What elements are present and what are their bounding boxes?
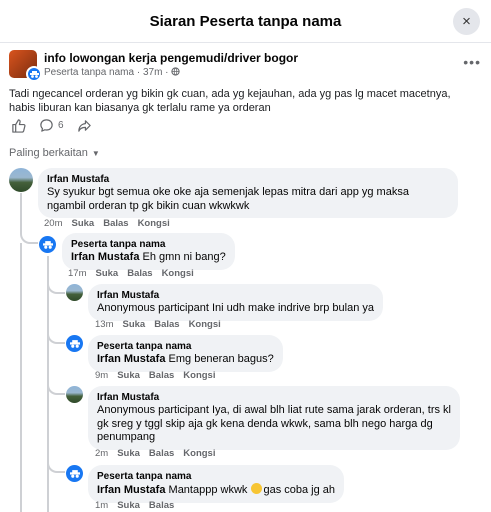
post-time[interactable]: 37m [143, 67, 162, 78]
like-button[interactable] [11, 118, 26, 133]
comment-time[interactable]: 17m [68, 268, 86, 279]
reply-link[interactable]: Balas [127, 268, 152, 279]
like-link[interactable]: Suka [95, 268, 118, 279]
comment-bubble: Peserta tanpa nama Irfan Mustafa Eh gmn … [62, 233, 235, 270]
comment-author[interactable]: Irfan Mustafa [47, 173, 449, 186]
thread-line [47, 459, 65, 473]
sort-label: Paling berkaitan [9, 147, 88, 159]
comment-text: Irfan Mustafa Mantappp wkwk gas coba jg … [97, 483, 335, 498]
anonymous-icon [42, 240, 53, 249]
thread-line [20, 224, 38, 244]
comment-time[interactable]: 9m [95, 370, 108, 381]
comment-bubble: Irfan Mustafa Anonymous participant Ini … [88, 284, 383, 321]
reply-link[interactable]: Balas [103, 218, 128, 229]
reply-link[interactable]: Balas [154, 319, 179, 330]
comment-text: Irfan Mustafa Eh gmn ni bang? [71, 251, 226, 265]
comment-author[interactable]: Peserta tanpa nama [71, 238, 226, 251]
comment-meta: 1m Suka Balas [95, 500, 174, 511]
like-link[interactable]: Suka [122, 319, 145, 330]
comment-text: Sy syukur bgt semua oke oke aja semenjak… [47, 186, 409, 212]
thread-line [47, 280, 65, 294]
like-link[interactable]: Suka [117, 500, 140, 511]
mention-link[interactable]: Irfan Mustafa [71, 251, 139, 263]
comment-body: gas coba jg ah [263, 484, 336, 496]
reply-link[interactable]: Balas [149, 500, 174, 511]
dialog-title: Siaran Peserta tanpa nama [149, 12, 342, 30]
comment-count: 6 [58, 120, 64, 131]
group-name-link[interactable]: info lowongan kerja pengemudi/driver bog… [44, 51, 298, 65]
chevron-down-icon: ▼ [91, 149, 100, 158]
thumbs-up-icon [12, 119, 26, 133]
comment-meta: 2m Suka Balas Kongsi [95, 448, 215, 459]
avatar[interactable] [66, 386, 83, 403]
comment-text: Anonymous participant Iya, di awal blh l… [97, 404, 451, 443]
dialog-header: Siaran Peserta tanpa nama × [0, 0, 491, 43]
post-actions: 6 [11, 118, 92, 133]
like-link[interactable]: Suka [71, 218, 94, 229]
comment-author[interactable]: Irfan Mustafa [97, 289, 374, 302]
group-avatar[interactable] [9, 50, 42, 82]
post-body: Tadi ngecancel orderan yg bikin gk cuan,… [9, 88, 451, 114]
share-link[interactable]: Kongsi [183, 448, 215, 459]
share-link[interactable]: Kongsi [162, 268, 194, 279]
comment-bubble: Irfan Mustafa Anonymous participant Iya,… [88, 386, 460, 450]
globe-icon [171, 67, 180, 78]
comment-author[interactable]: Peserta tanpa nama [97, 340, 274, 353]
comment-body: Mantappp wkwk [165, 484, 251, 496]
more-options-button[interactable]: ••• [463, 54, 481, 70]
comment-author[interactable]: Peserta tanpa nama [97, 470, 335, 483]
share-link[interactable]: Kongsi [183, 370, 215, 381]
share-link[interactable]: Kongsi [138, 218, 170, 229]
comment-button[interactable]: 6 [39, 118, 64, 133]
comment-bubble: Irfan Mustafa Sy syukur bgt semua oke ok… [38, 168, 458, 218]
close-icon: × [462, 13, 471, 30]
close-button[interactable]: × [453, 8, 480, 35]
anonymous-icon [69, 339, 80, 348]
comment-body: Emg beneran bagus? [165, 353, 274, 365]
comment-time[interactable]: 1m [95, 500, 108, 511]
post-dialog: Siaran Peserta tanpa nama × info lowonga… [0, 0, 491, 512]
reply-link[interactable]: Balas [149, 370, 174, 381]
comment-time[interactable]: 2m [95, 448, 108, 459]
mention-link[interactable]: Irfan Mustafa [97, 353, 165, 365]
comment-author[interactable]: Irfan Mustafa [97, 391, 451, 404]
post-meta: Peserta tanpa nama · 37m · [44, 67, 180, 78]
thread-line [47, 330, 65, 344]
comment-meta: 20m Suka Balas Kongsi [44, 218, 170, 229]
comment-icon [40, 119, 53, 132]
comment-meta: 17m Suka Balas Kongsi [68, 268, 194, 279]
share-link[interactable]: Kongsi [189, 319, 221, 330]
post-header: info lowongan kerja pengemudi/driver bog… [9, 50, 481, 82]
avatar[interactable] [39, 236, 56, 253]
comment-meta: 13m Suka Balas Kongsi [95, 319, 221, 330]
comment-time[interactable]: 20m [44, 218, 62, 229]
comment-bubble: Peserta tanpa nama Irfan Mustafa Mantapp… [88, 465, 345, 503]
grinning-emoji-icon [251, 483, 263, 494]
like-link[interactable]: Suka [117, 370, 140, 381]
avatar[interactable] [66, 284, 83, 301]
anonymous-badge-icon [26, 66, 42, 82]
avatar[interactable] [9, 168, 33, 192]
avatar[interactable] [66, 335, 83, 352]
anonymous-icon [69, 469, 80, 478]
comment-bubble: Peserta tanpa nama Irfan Mustafa Emg ben… [88, 335, 283, 372]
avatar[interactable] [66, 465, 83, 482]
reply-link[interactable]: Balas [149, 448, 174, 459]
comment-sort-dropdown[interactable]: Paling berkaitan ▼ [9, 147, 100, 159]
share-icon [77, 120, 91, 132]
comment-text: Irfan Mustafa Emg beneran bagus? [97, 353, 274, 367]
comment-time[interactable]: 13m [95, 319, 113, 330]
comment-meta: 9m Suka Balas Kongsi [95, 370, 215, 381]
thread-line [20, 243, 22, 512]
mention-link[interactable]: Irfan Mustafa [97, 484, 165, 496]
post-author[interactable]: Peserta tanpa nama [44, 67, 134, 78]
comment-text: Anonymous participant Ini udh make indri… [97, 302, 374, 314]
like-link[interactable]: Suka [117, 448, 140, 459]
thread-line [47, 381, 65, 395]
share-button[interactable] [77, 118, 92, 133]
comment-body: Eh gmn ni bang? [139, 251, 226, 263]
